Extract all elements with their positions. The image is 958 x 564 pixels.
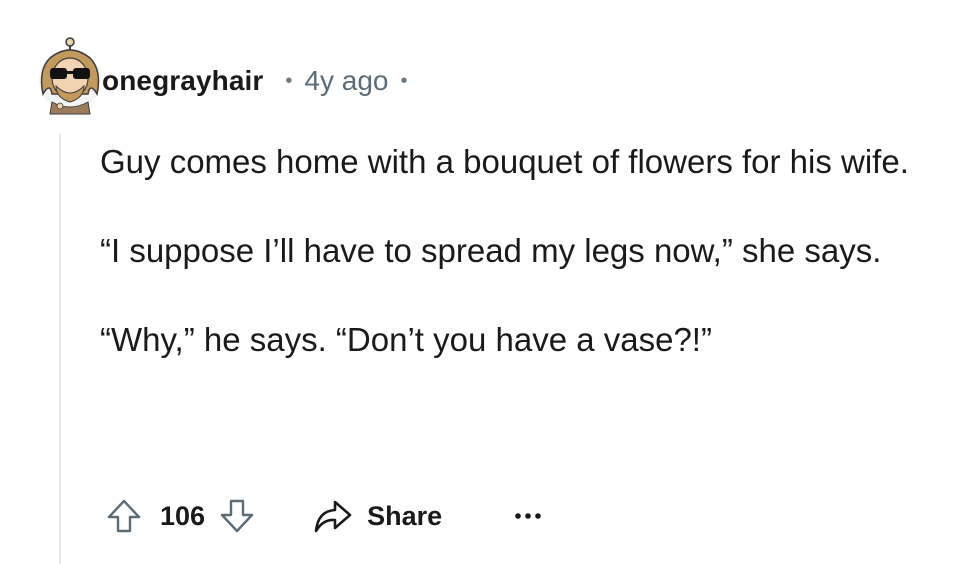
arrow-up-outline-icon — [107, 499, 141, 533]
avatar-icon — [39, 37, 101, 115]
comment-body: Guy comes home with a bouquet of flowers… — [100, 137, 930, 404]
more-options-button[interactable] — [514, 511, 542, 521]
vote-score: 106 — [160, 500, 206, 531]
timestamp[interactable]: 4y ago — [304, 65, 388, 97]
comment-paragraph: “Why,” he says. “Don’t you have a vase?!… — [100, 321, 712, 358]
downvote-button[interactable] — [217, 496, 257, 536]
thread-line[interactable] — [59, 134, 61, 564]
meta-separator: • — [285, 69, 293, 92]
meta-separator-trailing: • — [400, 69, 408, 92]
share-label: Share — [367, 500, 443, 531]
arrow-down-outline-icon — [220, 499, 254, 533]
share-button[interactable]: Share — [313, 498, 442, 534]
share-arrow-icon — [314, 500, 352, 533]
username-link[interactable]: onegrayhair — [102, 65, 263, 97]
comment-header: onegrayhair • 4y ago • — [102, 60, 408, 102]
avatar[interactable] — [30, 36, 110, 116]
comment-action-bar: 106 Share — [104, 490, 542, 542]
comment: onegrayhair • 4y ago • Guy comes home wi… — [0, 0, 958, 564]
comment-paragraph: “I suppose I’ll have to spread my legs n… — [100, 232, 882, 269]
upvote-button[interactable] — [104, 496, 144, 536]
comment-paragraph: Guy comes home with a bouquet of flowers… — [100, 143, 909, 180]
ellipsis-icon — [515, 513, 541, 519]
